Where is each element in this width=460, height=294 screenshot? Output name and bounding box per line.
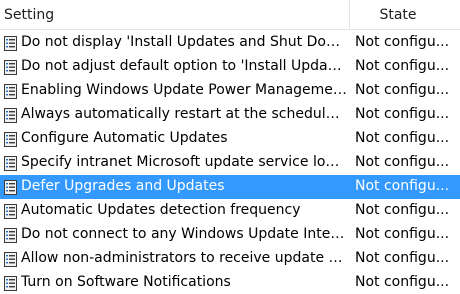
setting-state: Not configu... xyxy=(355,58,450,74)
setting-state: Not configu... xyxy=(355,34,450,50)
setting-row[interactable]: Defer Upgrades and Updates Not configu... xyxy=(0,175,460,199)
setting-name: Configure Automatic Updates xyxy=(21,130,228,146)
policy-setting-icon xyxy=(4,204,17,219)
setting-row[interactable]: Allow non-administrators to receive upda… xyxy=(0,247,460,271)
setting-state: Not configu... xyxy=(355,178,450,194)
setting-state: Not configu... xyxy=(355,202,450,218)
policy-setting-icon xyxy=(4,228,17,243)
setting-state: Not configu... xyxy=(355,82,450,98)
column-header-state[interactable]: State xyxy=(350,0,460,29)
setting-state: Not configu... xyxy=(355,226,450,242)
policy-setting-icon xyxy=(4,156,17,171)
policy-setting-icon xyxy=(4,36,17,51)
setting-name: Do not adjust default option to 'Install… xyxy=(21,58,347,74)
setting-row[interactable]: Turn on Software Notifications Not config… xyxy=(0,271,460,294)
setting-name: Turn on Software Notifications xyxy=(21,274,231,290)
setting-state: Not configu... xyxy=(355,130,450,146)
setting-name: Specify intranet Microsoft update servic… xyxy=(21,154,347,170)
policy-setting-icon xyxy=(4,180,17,195)
policy-setting-icon xyxy=(4,132,17,147)
column-header-setting[interactable]: Setting xyxy=(0,0,350,29)
setting-name: Automatic Updates detection frequency xyxy=(21,202,301,218)
policy-setting-icon xyxy=(4,276,17,291)
setting-row[interactable]: Always automatically restart at the sche… xyxy=(0,103,460,127)
setting-state: Not configu... xyxy=(355,274,450,290)
setting-name: Allow non-administrators to receive upda… xyxy=(21,250,347,266)
setting-name: Always automatically restart at the sche… xyxy=(21,106,347,122)
policy-setting-icon xyxy=(4,252,17,267)
setting-state: Not configu... xyxy=(355,106,450,122)
setting-row[interactable]: Do not display 'Install Updates and Shut… xyxy=(0,31,460,55)
policy-setting-icon xyxy=(4,108,17,123)
setting-state: Not configu... xyxy=(355,154,450,170)
policy-setting-icon xyxy=(4,84,17,99)
setting-name: Do not display 'Install Updates and Shut… xyxy=(21,34,347,50)
policy-settings-list: Setting State Do not display 'Install Up… xyxy=(0,0,460,294)
setting-row[interactable]: Configure Automatic Updates Not configu..… xyxy=(0,127,460,151)
setting-row[interactable]: Do not adjust default option to 'Install… xyxy=(0,55,460,79)
setting-name: Defer Upgrades and Updates xyxy=(21,178,225,194)
setting-row[interactable]: Enabling Windows Update Power Management… xyxy=(0,79,460,103)
setting-row[interactable]: Specify intranet Microsoft update servic… xyxy=(0,151,460,175)
column-header-bar: Setting State xyxy=(0,0,460,30)
settings-rows: Do not display 'Install Updates and Shut… xyxy=(0,31,460,294)
setting-row[interactable]: Automatic Updates detection frequency Not… xyxy=(0,199,460,223)
setting-state: Not configu... xyxy=(355,250,450,266)
policy-setting-icon xyxy=(4,60,17,75)
setting-name: Do not connect to any Windows Update Int… xyxy=(21,226,347,242)
setting-row[interactable]: Do not connect to any Windows Update Int… xyxy=(0,223,460,247)
setting-name: Enabling Windows Update Power Management… xyxy=(21,82,347,98)
